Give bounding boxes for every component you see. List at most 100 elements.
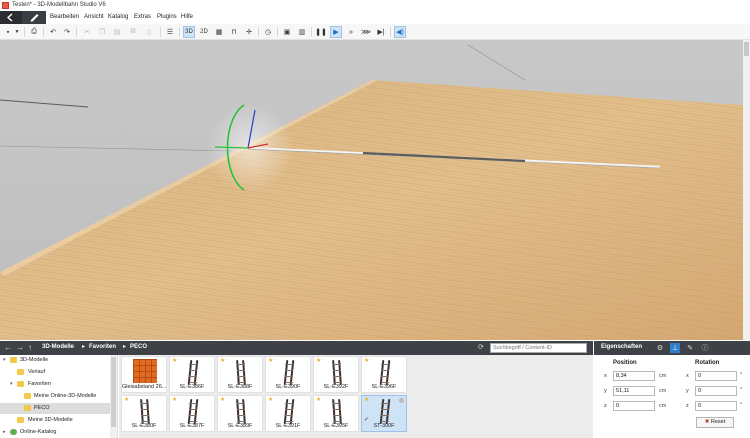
star-icon[interactable]: ★ — [268, 397, 273, 404]
faster-icon: ⋙ — [361, 29, 371, 36]
save-dropdown[interactable]: ▼ — [13, 26, 21, 38]
expand-arrow-icon[interactable]: ▾ — [10, 381, 13, 387]
menu-ansicht[interactable]: Ansicht — [84, 14, 104, 21]
list-button[interactable]: ☰ — [164, 26, 176, 38]
arrow-left-icon[interactable]: ← — [4, 343, 12, 352]
pause-button[interactable]: ❚❚ — [315, 26, 327, 38]
redo-button[interactable]: ↷ — [61, 26, 73, 38]
sleeper — [285, 409, 293, 410]
position-y-input[interactable]: 51,11 — [613, 386, 655, 396]
copy-button[interactable]: ❐ — [96, 26, 108, 38]
group-button[interactable]: ⧉ — [127, 26, 139, 38]
fast-forward-button[interactable]: » — [345, 26, 357, 38]
tree-item-verlauf[interactable]: Verlauf — [0, 367, 118, 378]
rotation-y-input[interactable]: 0 — [695, 386, 737, 396]
breadcrumb-favoriten[interactable]: Favoriten — [89, 344, 116, 351]
properties-button[interactable]: ▥ — [296, 26, 308, 38]
arrow-up-icon[interactable]: ↑ — [28, 343, 32, 352]
star-icon[interactable]: ★ — [364, 397, 369, 404]
arrow-right-icon[interactable]: → — [16, 343, 24, 352]
catalog-tile[interactable]: ★ SL-E386F — [169, 356, 215, 393]
tree-item-online-katalog[interactable]: ▸ Online-Katalog — [0, 427, 118, 438]
breadcrumb-3d-modelle[interactable]: 3D-Modelle — [42, 344, 74, 351]
menu-plugins[interactable]: Plugins — [157, 14, 177, 21]
cut-button[interactable]: ✂ — [81, 26, 93, 38]
3d-viewport[interactable] — [0, 40, 743, 340]
catalog-tile[interactable]: ★ SL-E396F — [361, 356, 407, 393]
window-title: Testen* - 3D-Modellbahn Studio V6 — [12, 2, 106, 8]
layout-button[interactable]: ▣ — [281, 26, 293, 38]
catalog-tile[interactable]: Gleisabstand 26.... — [121, 356, 167, 393]
position-x-input[interactable]: 8,34 — [613, 371, 655, 381]
refresh-icon[interactable]: ⟳ — [478, 343, 484, 352]
unit-label: cm — [659, 388, 667, 394]
star-icon[interactable]: ★ — [220, 397, 225, 404]
view-3d-button[interactable]: 3D — [183, 26, 195, 38]
search-input[interactable] — [490, 343, 587, 353]
scene-canvas[interactable] — [0, 40, 743, 340]
gear-icon[interactable]: ⚙ — [655, 343, 665, 353]
crosshair-button[interactable]: ✛ — [243, 26, 255, 38]
speaker-icon: ◀) — [396, 29, 404, 36]
tree-item-meine-3d-modelle[interactable]: Meine 3D-Modelle — [0, 415, 118, 426]
view-2d-button[interactable]: 2D — [198, 26, 210, 38]
reset-button[interactable]: ✖ Reset — [696, 417, 734, 428]
sound-button[interactable]: ◀) — [394, 26, 406, 38]
rotation-x-input[interactable]: 0 — [695, 371, 737, 381]
delete-button[interactable]: ▯ — [143, 26, 155, 38]
star-icon[interactable]: ★ — [124, 397, 129, 404]
star-icon[interactable]: ★ — [316, 358, 321, 365]
catalog-tile[interactable]: ★ SL-E380F — [121, 395, 167, 432]
menu-katalog[interactable]: Katalog — [108, 14, 128, 21]
catalog-tile[interactable]: ★ SL-E387F — [169, 395, 215, 432]
catalog-tile[interactable]: ★ SL-E388F — [217, 356, 263, 393]
info-icon[interactable]: ⓘ — [700, 343, 710, 353]
clock-button[interactable]: ◷ — [262, 26, 274, 38]
faster-button[interactable]: ⋙ — [360, 26, 372, 38]
scrollbar-thumb[interactable] — [744, 42, 749, 56]
catalog-tile[interactable]: ★ SL-E391F — [265, 395, 311, 432]
star-icon[interactable]: ★ — [172, 358, 177, 365]
viewport-scrollbar[interactable] — [743, 40, 750, 340]
menu-extras[interactable]: Extras — [134, 14, 151, 21]
back-button[interactable] — [0, 11, 22, 24]
camera-lock-button[interactable]: ⊓ — [228, 26, 240, 38]
catalog-tile[interactable]: ★ ✔ ST-300F — [361, 395, 407, 432]
star-icon[interactable]: ★ — [316, 397, 321, 404]
tree-scrollbar[interactable] — [110, 355, 117, 438]
move-tool-icon[interactable]: ⊥ — [670, 343, 680, 353]
scrollbar-thumb[interactable] — [111, 357, 116, 427]
star-icon[interactable]: ★ — [220, 358, 225, 365]
expand-arrow-icon[interactable]: ▸ — [3, 429, 6, 435]
tree-item-favoriten[interactable]: ▾ Favoriten — [0, 379, 118, 390]
expand-arrow-icon[interactable]: ▾ — [3, 357, 6, 363]
skip-end-button[interactable]: ▶| — [375, 26, 387, 38]
position-z-input[interactable]: 0 — [613, 401, 655, 411]
pencil-icon[interactable] — [27, 13, 41, 22]
star-icon[interactable]: ★ — [268, 358, 273, 365]
menu-bearbeiten[interactable]: Bearbeiten — [50, 14, 79, 21]
catalog-tile[interactable]: ★ SL-E392F — [313, 356, 359, 393]
sleeper — [237, 421, 245, 422]
catalog-tile[interactable]: ★ SL-E395F — [313, 395, 359, 432]
undo-button[interactable]: ↶ — [47, 26, 59, 38]
star-icon[interactable]: ★ — [172, 397, 177, 404]
menu-hilfe[interactable]: Hilfe — [181, 14, 193, 21]
grid-button[interactable]: ▦ — [213, 26, 225, 38]
tree-item-3d-modelle[interactable]: ▾ 3D-Modelle — [0, 355, 118, 366]
rotation-z-input[interactable]: 0 — [695, 401, 737, 411]
catalog-tile[interactable]: ★ SL-E390F — [265, 356, 311, 393]
brush-icon[interactable]: ✎ — [685, 343, 695, 353]
sleeper — [237, 415, 245, 416]
catalog-tile[interactable]: ★ SL-E389F — [217, 395, 263, 432]
tree-item-meine-online-3d-modelle[interactable]: Meine Online-3D-Modelle — [0, 391, 118, 402]
breadcrumb-peco[interactable]: PECO — [130, 344, 147, 351]
unit-label: cm — [659, 373, 667, 379]
scissors-icon: ✂ — [84, 29, 90, 36]
layout-icon: ▣ — [283, 29, 291, 36]
tree-item-peco[interactable]: PECO — [0, 403, 118, 414]
print-button[interactable]: ⎙ — [28, 26, 40, 38]
paste-button[interactable]: ▤ — [111, 26, 123, 38]
star-icon[interactable]: ★ — [364, 358, 369, 365]
play-button[interactable]: ▶ — [330, 26, 342, 38]
